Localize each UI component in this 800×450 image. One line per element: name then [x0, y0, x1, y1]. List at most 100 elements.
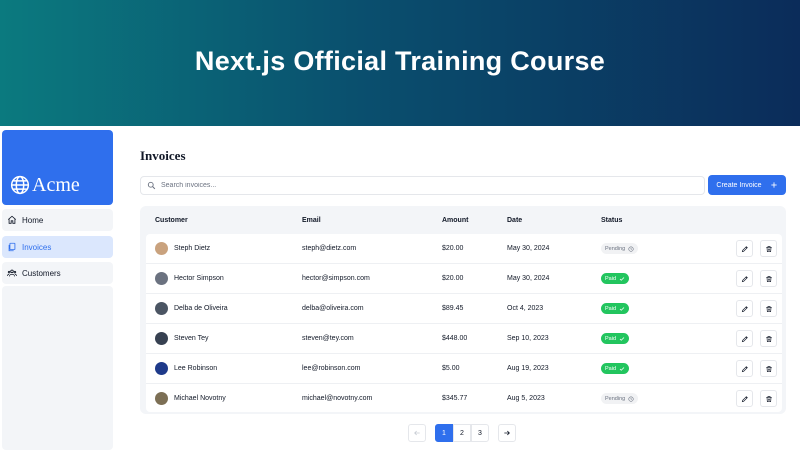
next-page-button[interactable] — [498, 424, 516, 442]
status-badge: Pending — [601, 393, 639, 404]
trash-icon — [765, 365, 772, 372]
status-label: Pending — [605, 395, 626, 402]
delete-invoice-button[interactable] — [760, 240, 777, 257]
sidebar-item-customers[interactable]: Customers — [2, 262, 113, 284]
search-box[interactable] — [140, 176, 705, 195]
status-badge: Paid — [601, 363, 630, 374]
column-header-amount: Amount — [442, 217, 469, 224]
page-3-button[interactable]: 3 — [471, 424, 489, 442]
search-input[interactable] — [161, 182, 661, 189]
edit-invoice-button[interactable] — [736, 330, 753, 347]
home-icon — [7, 215, 17, 224]
delete-invoice-button[interactable] — [760, 270, 777, 287]
customer-email: michael@novotny.com — [302, 395, 373, 402]
table-row: Michael Novotny michael@novotny.com $345.7… — [146, 384, 782, 414]
delete-invoice-button[interactable] — [760, 300, 777, 317]
page-2-button[interactable]: 2 — [453, 424, 471, 442]
edit-invoice-button[interactable] — [736, 270, 753, 287]
sidebar-item-home[interactable]: Home — [2, 209, 113, 231]
sidebar-spacer — [2, 286, 113, 450]
status-label: Paid — [605, 335, 617, 342]
status-label: Paid — [605, 305, 617, 312]
table-row: Steven Tey steven@tey.com $448.00 Sep 10, 2… — [146, 324, 782, 354]
sidebar-item-label: Home — [22, 215, 44, 225]
avatar — [155, 392, 168, 405]
check-icon — [619, 306, 625, 311]
avatar — [155, 242, 168, 255]
sidebar-item-label: Invoices — [22, 242, 52, 252]
create-invoice-label: Create Invoice — [716, 181, 762, 189]
customer-name: Steph Dietz — [174, 245, 211, 252]
delete-invoice-button[interactable] — [760, 360, 777, 377]
sidebar-item-invoices[interactable]: Invoices — [2, 236, 113, 258]
search-icon — [147, 181, 156, 190]
table-row: Hector Simpson hector@simpson.com $20.00 Ma… — [146, 264, 782, 294]
invoice-amount: $345.77 — [442, 395, 468, 402]
check-icon — [619, 276, 625, 281]
invoice-date: Aug 5, 2023 — [507, 395, 545, 402]
delete-invoice-button[interactable] — [760, 390, 777, 407]
trash-icon — [765, 305, 772, 312]
edit-invoice-button[interactable] — [736, 390, 753, 407]
arrow-left-icon — [414, 430, 420, 436]
status-badge: Pending — [601, 243, 639, 254]
page-1-button[interactable]: 1 — [435, 424, 453, 442]
banner-title: Next.js Official Training Course — [194, 45, 606, 76]
customer-name: Lee Robinson — [174, 365, 218, 372]
dashboard-app: Acme Home Invoices Customers Invoices Cr… — [0, 126, 800, 450]
sidebar-item-label: Customers — [22, 268, 61, 278]
column-header-email: Email — [302, 217, 321, 224]
arrow-right-icon — [504, 430, 510, 436]
pencil-icon — [741, 245, 748, 252]
trash-icon — [765, 275, 772, 282]
invoice-amount: $20.00 — [442, 275, 464, 282]
sidebar: Acme Home Invoices Customers — [0, 126, 118, 450]
customer-name: Delba de Oliveira — [174, 305, 228, 312]
status-label: Pending — [605, 245, 626, 252]
invoice-date: May 30, 2024 — [507, 275, 550, 282]
logo-text: Acme — [32, 174, 80, 196]
page-title: Invoices — [140, 148, 186, 163]
table-body: Steph Dietz steph@dietz.com $20.00 May 30, … — [146, 234, 782, 412]
acme-logo[interactable]: Acme — [2, 130, 113, 205]
trash-icon — [765, 335, 772, 342]
pencil-icon — [741, 395, 748, 402]
column-header-status: Status — [601, 217, 623, 224]
invoice-amount: $89.45 — [442, 305, 464, 312]
check-icon — [619, 366, 625, 371]
avatar — [155, 272, 168, 285]
customer-name: Michael Novotny — [174, 395, 226, 402]
delete-invoice-button[interactable] — [760, 330, 777, 347]
invoice-date: Oct 4, 2023 — [507, 305, 544, 312]
clock-icon — [628, 395, 634, 402]
clock-icon — [628, 245, 634, 252]
edit-invoice-button[interactable] — [736, 300, 753, 317]
pencil-icon — [741, 335, 748, 342]
table-row: Lee Robinson lee@robinson.com $5.00 Aug 19,… — [146, 354, 782, 384]
status-label: Paid — [605, 275, 617, 282]
avatar — [155, 362, 168, 375]
status-badge: Paid — [601, 333, 630, 344]
status-label: Paid — [605, 365, 617, 372]
globe-icon — [10, 175, 30, 195]
customer-name: Steven Tey — [174, 335, 209, 342]
table-row: Steph Dietz steph@dietz.com $20.00 May 30, … — [146, 234, 782, 264]
invoice-date: Aug 19, 2023 — [507, 365, 549, 372]
column-header-customer: Customer — [155, 217, 188, 224]
invoice-date: May 30, 2024 — [507, 245, 550, 252]
edit-invoice-button[interactable] — [736, 360, 753, 377]
table-row: Delba de Oliveira delba@oliveira.com $89.4… — [146, 294, 782, 324]
users-icon — [7, 269, 17, 277]
customer-email: delba@oliveira.com — [302, 305, 364, 312]
customer-email: hector@simpson.com — [302, 275, 370, 282]
create-invoice-button[interactable]: Create Invoice — [708, 175, 786, 195]
pencil-icon — [741, 305, 748, 312]
prev-page-button[interactable] — [408, 424, 426, 442]
status-badge: Paid — [601, 303, 630, 314]
status-badge: Paid — [601, 273, 630, 284]
main-content: Invoices Create Invoice Customer Email A… — [140, 126, 800, 450]
avatar — [155, 302, 168, 315]
invoice-amount: $448.00 — [442, 335, 468, 342]
edit-invoice-button[interactable] — [736, 240, 753, 257]
plus-icon — [770, 182, 777, 188]
